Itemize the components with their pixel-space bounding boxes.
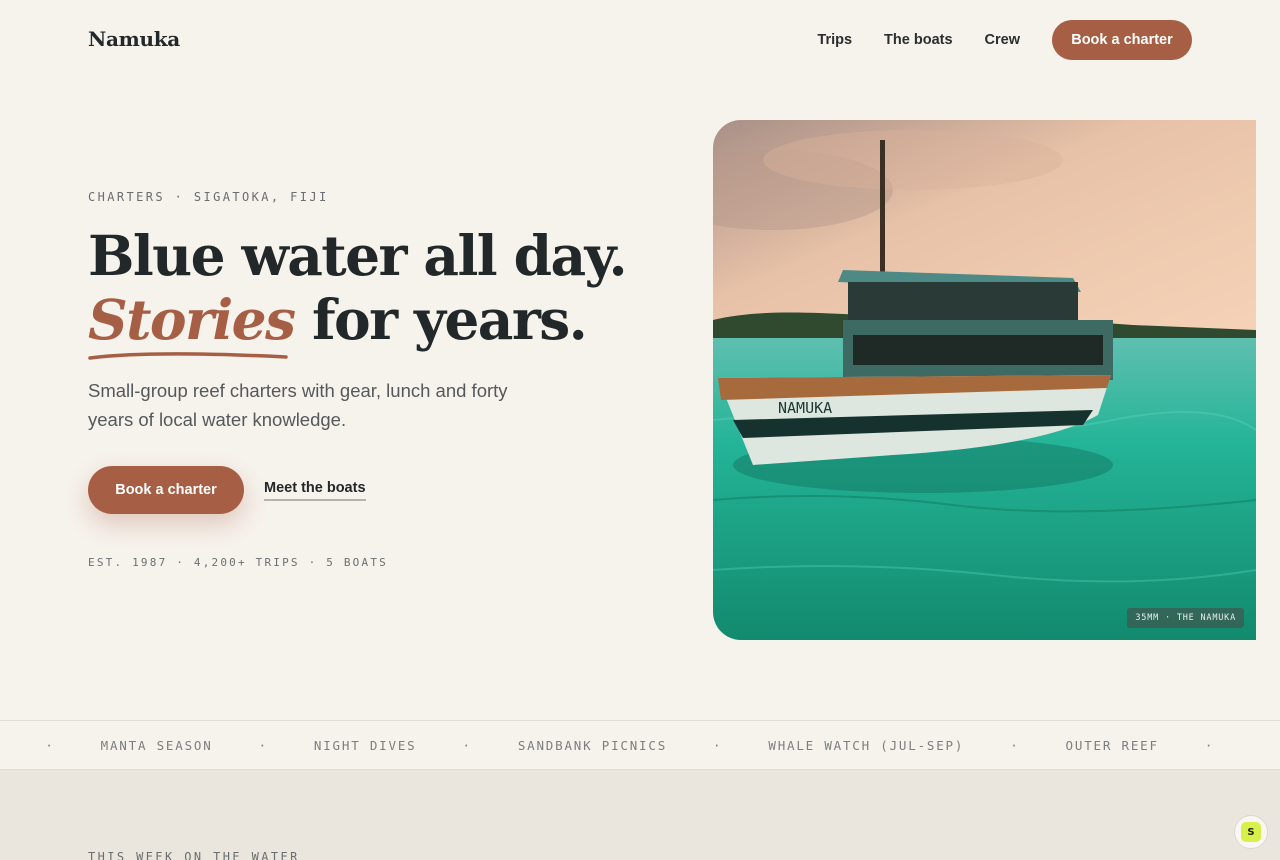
ticker-track: F·MANTA SEASON·NIGHT DIVES·SANDBANK PICN…	[0, 738, 1260, 753]
ticker-separator: ·	[45, 738, 55, 753]
hero-headline: Blue water all day. Stories for years.	[88, 223, 628, 352]
ticker-separator: ·	[713, 738, 723, 753]
hero-book-charter-button[interactable]: Book a charter	[88, 466, 244, 514]
ticker-item: OUTER REEF	[1065, 738, 1159, 753]
nav-link-the-boats[interactable]: The boats	[884, 32, 952, 48]
ticker-separator: ·	[1010, 738, 1020, 753]
this-week-eyebrow: THIS WEEK ON THE WATER	[88, 850, 300, 860]
ticker-separator: ·	[1204, 738, 1215, 753]
hero-boat-photo: NAMUKA 35MM · THE NAMUKA	[713, 120, 1256, 640]
floating-widget-button[interactable]: S	[1234, 815, 1268, 849]
nav-link-trips[interactable]: Trips	[817, 32, 852, 48]
accent-underline-squiggle	[88, 352, 288, 360]
hero-eyebrow: CHARTERS · SIGATOKA, FIJI	[88, 190, 329, 204]
ticker-item: WHALE WATCH (JUL-SEP)	[768, 738, 965, 753]
this-week-section: THIS WEEK ON THE WATER	[0, 770, 1280, 860]
headline-line-2-rest: for years.	[294, 287, 588, 352]
widget-logo-icon: S	[1241, 822, 1261, 842]
ticker-item: NIGHT DIVES	[313, 738, 417, 753]
nav-links: Trips The boats Crew Book a charter	[785, 20, 1192, 60]
boat-name-text: NAMUKA	[778, 399, 832, 417]
headline-line-1: Blue water all day.	[88, 223, 628, 288]
marquee-ticker: F·MANTA SEASON·NIGHT DIVES·SANDBANK PICN…	[0, 720, 1280, 770]
ticker-separator: ·	[258, 738, 268, 753]
hero-subtitle: Small-group reef charters with gear, lun…	[88, 380, 508, 430]
nav-link-crew[interactable]: Crew	[985, 32, 1020, 48]
ticker-item: SANDBANK PICNICS	[517, 738, 668, 753]
boat-illustration: NAMUKA	[713, 120, 1256, 640]
nav-book-charter-button[interactable]: Book a charter	[1052, 20, 1192, 60]
headline-accent-word: Stories	[88, 287, 296, 352]
logo[interactable]: Namuka	[88, 27, 180, 51]
ticker-item: MANTA SEASON	[100, 738, 213, 753]
meet-the-boats-link[interactable]: Meet the boats	[264, 480, 366, 501]
hero-stats: EST. 1987 · 4,200+ TRIPS · 5 BOATS	[88, 556, 388, 569]
ticker-separator: ·	[462, 738, 472, 753]
top-nav: Namuka Trips The boats Crew Book a chart…	[0, 0, 1280, 80]
photo-caption-tag: 35MM · THE NAMUKA	[1127, 608, 1244, 628]
